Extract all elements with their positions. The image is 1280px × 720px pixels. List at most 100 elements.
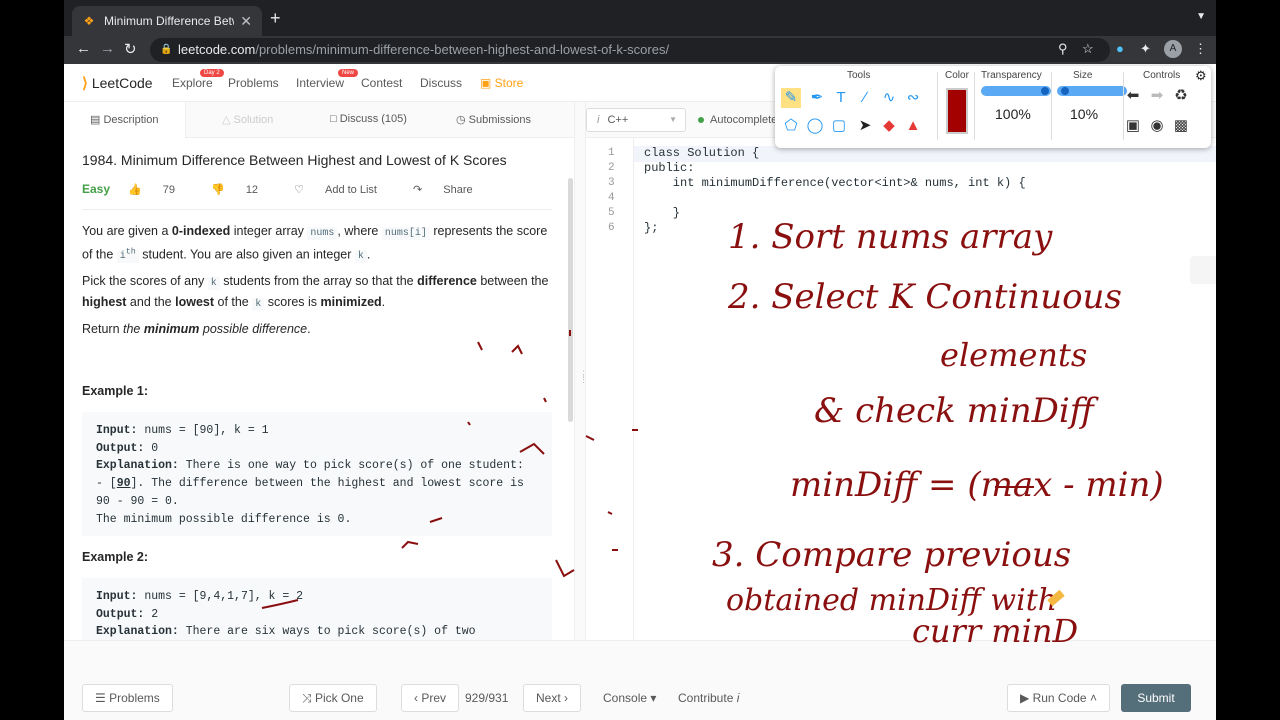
browser-menu-icon[interactable]: ⋮ — [1194, 41, 1207, 57]
problem-paragraph-2: Pick the scores of any k students from t… — [82, 274, 549, 311]
hide-eye-icon[interactable]: ◉ — [1147, 116, 1167, 136]
pick-one-button[interactable]: ⤨ Pick One — [289, 684, 377, 712]
tab-title: Minimum Difference Between H — [104, 14, 234, 28]
rectangle-tool-icon[interactable]: ▢ — [829, 116, 849, 136]
line-tool-icon[interactable]: ∕ — [855, 88, 875, 108]
run-code-button[interactable]: ▶ Run Code ˄ — [1007, 684, 1110, 712]
close-tab-icon[interactable]: ✕ — [240, 13, 252, 30]
side-feedback-handle[interactable] — [1190, 256, 1216, 284]
shuffle-icon: ⤨ — [302, 691, 315, 705]
circle-tool-icon[interactable]: ◯ — [805, 116, 825, 136]
freehand-tool-icon[interactable]: ∾ — [903, 88, 923, 108]
slider-knob[interactable] — [1041, 87, 1049, 95]
polygon-tool-icon[interactable]: ⬠ — [781, 116, 801, 136]
heart-icon: ♡ — [294, 183, 307, 196]
divider — [82, 209, 552, 210]
color-swatch[interactable] — [946, 88, 968, 134]
forward-icon[interactable]: → — [100, 40, 115, 57]
screenshot-icon[interactable]: ▣ — [1123, 116, 1143, 136]
console-toggle[interactable]: Console ▾ — [603, 691, 656, 705]
fill-tool-icon[interactable]: ▲ — [903, 116, 923, 136]
chevron-up-icon: ˄ — [1086, 691, 1097, 705]
dislike-button[interactable]: 👎 12 — [211, 183, 276, 196]
prev-button[interactable]: ‹ Prev — [401, 684, 460, 712]
nav-discuss[interactable]: Discuss — [420, 76, 462, 90]
browser-tab[interactable]: ❖ Minimum Difference Between H ✕ — [72, 6, 262, 36]
eraser-tool-icon[interactable]: ◆ — [879, 116, 899, 136]
problems-list-button[interactable]: ☰ Problems — [82, 684, 173, 712]
curve-tool-icon[interactable]: ∿ — [879, 88, 899, 108]
share-button[interactable]: ↷ Share — [413, 183, 491, 196]
problem-meta: Easy 👍 79 👎 12 ♡ Add to List ↷ Share — [82, 182, 509, 196]
profile-avatar[interactable]: A — [1164, 40, 1182, 58]
tab-description[interactable]: ▤ Description — [64, 102, 186, 138]
contribute-link[interactable]: Contribute i — [678, 691, 739, 705]
store-icon: ▣ — [480, 76, 495, 90]
reload-icon[interactable]: ↻ — [124, 40, 137, 58]
select-cursor-icon[interactable]: ➤ — [855, 116, 875, 136]
settings-gear-icon[interactable]: ⚙ — [1195, 68, 1207, 84]
code-line[interactable]: public: — [644, 161, 694, 175]
broom-clear-icon[interactable]: ♻ — [1171, 86, 1191, 106]
undo-arrow-icon[interactable]: ⬅ — [1123, 86, 1143, 106]
pen-tool-icon[interactable]: ✎ — [781, 88, 801, 108]
description-tabs: ▤ Description △ Solution □ Discuss (105)… — [64, 102, 574, 138]
leetcode-page: ⟩ LeetCode Explore Day 2 Problems Intervi… — [64, 64, 1216, 720]
status-dot-icon — [698, 117, 704, 123]
transparency-slider[interactable] — [981, 86, 1051, 96]
description-scrollbar[interactable] — [568, 178, 573, 422]
add-to-list-button[interactable]: ♡ Add to List — [294, 183, 395, 196]
line-number: 6 — [608, 222, 615, 234]
extension-drop-icon[interactable]: ● — [1116, 41, 1124, 56]
tab-search-icon[interactable]: ▼ — [1196, 11, 1206, 22]
code-line[interactable]: }; — [644, 221, 658, 235]
code-line[interactable]: } — [644, 206, 680, 220]
size-slider[interactable] — [1057, 86, 1127, 96]
new-tab-icon[interactable]: + — [270, 8, 281, 29]
extensions-puzzle-icon[interactable]: ✦ — [1140, 41, 1151, 57]
leetcode-logo-icon: ⟩ — [82, 75, 88, 92]
zoom-icon[interactable]: ⚲ — [1058, 41, 1068, 57]
address-bar: ← → ↻ 🔒 leetcode.com/problems/minimum-di… — [64, 36, 1216, 64]
bookmark-star-icon[interactable]: ☆ — [1082, 41, 1094, 57]
example-1-heading: Example 1: — [82, 384, 149, 398]
tab-discuss[interactable]: □ Discuss (105) — [330, 113, 407, 125]
submit-button[interactable]: Submit — [1121, 684, 1191, 712]
marker-tool-icon[interactable]: ✒ — [807, 88, 827, 108]
separator — [974, 72, 975, 140]
exit-icon[interactable]: ▩ — [1171, 116, 1191, 136]
problem-paragraph-1: You are given a 0-indexed integer array … — [82, 224, 548, 264]
like-button[interactable]: 👍 79 — [128, 183, 193, 196]
controls-header: Controls — [1143, 70, 1181, 81]
tab-submissions[interactable]: ◷ Submissions — [456, 113, 531, 126]
example-2-block: Input: nums = [9,4,1,7], k = 2 Output: 2… — [82, 578, 552, 640]
footer-bar: ☰ Problems ⤨ Pick One ‹ Prev 929/931 Nex… — [64, 640, 1216, 720]
nav-interview[interactable]: Interview — [296, 76, 344, 90]
url-field[interactable]: 🔒 leetcode.com/problems/minimum-differen… — [150, 38, 1110, 62]
nav-problems[interactable]: Problems — [228, 76, 279, 90]
page-indicator: 929/931 — [465, 691, 509, 705]
example-1-block: Input: nums = [90], k = 1 Output: 0 Expl… — [82, 412, 552, 536]
play-icon: ▶ — [1020, 691, 1033, 705]
next-button[interactable]: Next › — [523, 684, 582, 712]
autocomplete-toggle[interactable]: Autocomplete — [698, 114, 777, 126]
leetcode-logo[interactable]: ⟩ LeetCode — [82, 74, 153, 92]
explore-badge: Day 2 — [200, 69, 224, 77]
slider-knob[interactable] — [1061, 87, 1069, 95]
editor-pane: i C++ ▼ Autocomplete 1 2 3 4 5 6 class Sol… — [586, 102, 1216, 640]
line-number: 2 — [608, 162, 615, 174]
code-line[interactable]: int minimumDifference(vector<int>& nums,… — [644, 176, 1026, 190]
language-select[interactable]: i C++ ▼ — [586, 108, 686, 132]
back-icon[interactable]: ← — [76, 40, 91, 57]
line-number: 5 — [608, 207, 615, 219]
tab-solution[interactable]: △ Solution — [222, 113, 273, 126]
nav-contest[interactable]: Contest — [361, 76, 402, 90]
size-value: 10% — [1070, 106, 1099, 122]
code-line[interactable]: class Solution { — [644, 146, 759, 160]
redo-arrow-icon[interactable]: ➡ — [1147, 86, 1167, 106]
pane-splitter[interactable]: ⋮ ⋮ — [574, 102, 588, 640]
list-icon: ☰ — [95, 691, 110, 705]
text-tool-icon[interactable]: T — [831, 88, 851, 108]
nav-store[interactable]: ▣ Store — [480, 76, 523, 90]
nav-explore[interactable]: Explore — [172, 76, 213, 90]
